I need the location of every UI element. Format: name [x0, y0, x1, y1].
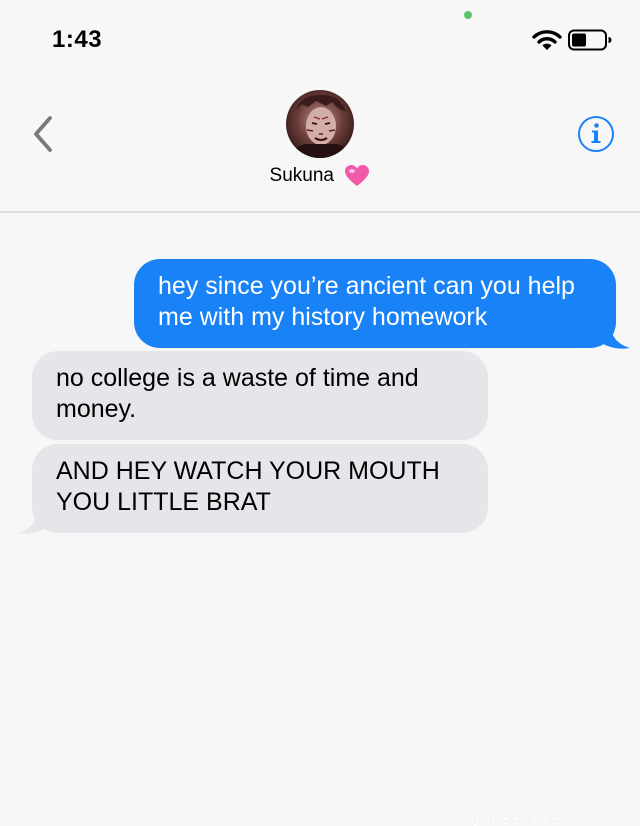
heart-icon: [345, 165, 370, 186]
contact-name-row[interactable]: Sukuna: [0, 164, 640, 188]
contact-name: Sukuna: [269, 165, 334, 186]
received-message-bubble[interactable]: AND HEY WATCH YOUR MOUTH YOU LITTLE BRAT: [32, 444, 488, 533]
avatar[interactable]: [286, 90, 354, 158]
status-time: 1:43: [52, 26, 103, 53]
message-thread[interactable]: hey since you’re ancient can you help me…: [0, 213, 640, 826]
camera-indicator-dot: [464, 11, 472, 19]
sent-message-bubble[interactable]: hey since you’re ancient can you help me…: [134, 259, 616, 348]
wifi-icon: [532, 30, 562, 50]
info-icon[interactable]: [577, 115, 615, 153]
battery-icon: [568, 29, 612, 51]
watermark: ig @ • • • • • •: [468, 810, 558, 826]
status-bar: 1:43: [0, 0, 640, 80]
conversation-header: Sukuna: [0, 80, 640, 212]
back-chevron-icon[interactable]: [28, 114, 60, 154]
received-message-bubble[interactable]: no college is a waste of time and money.: [32, 351, 488, 440]
